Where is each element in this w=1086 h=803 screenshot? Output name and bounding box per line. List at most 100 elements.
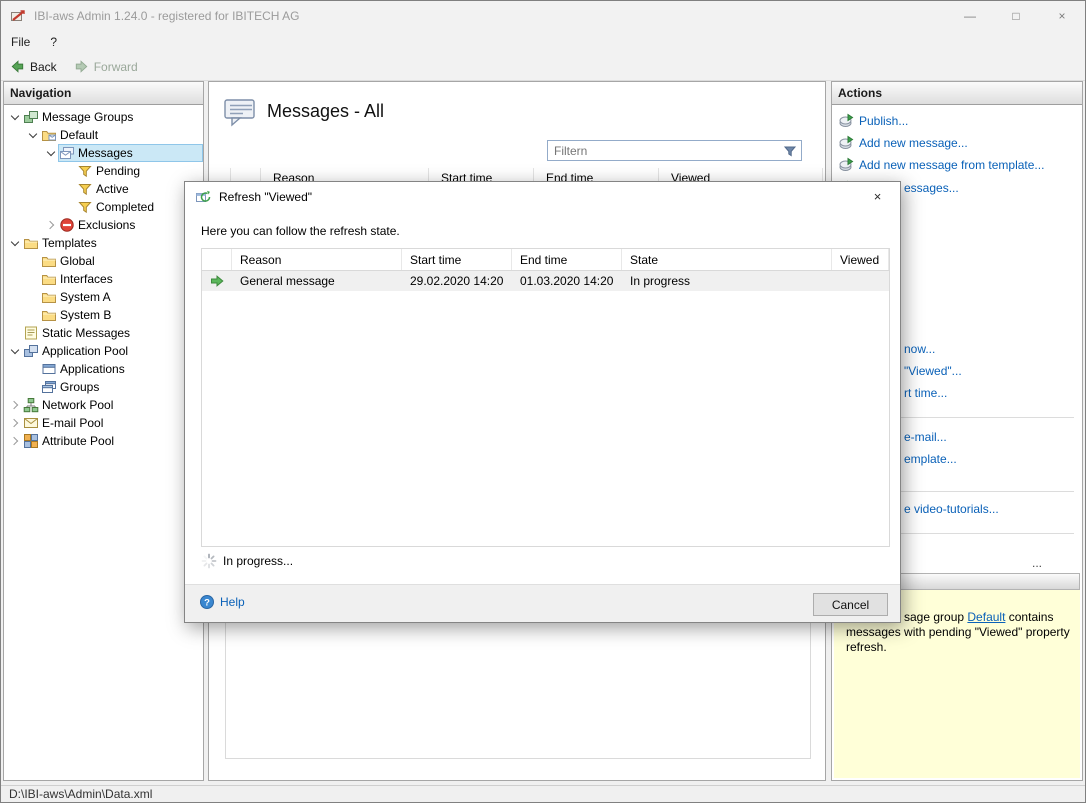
spinner-icon <box>201 553 217 569</box>
column-end-time[interactable]: End time <box>512 249 622 270</box>
chevron-down-icon[interactable] <box>8 344 22 358</box>
tree-item-system-b[interactable]: System B <box>4 306 203 324</box>
refresh-state-table: Reason Start time End time State Viewed … <box>201 248 890 547</box>
tree-item-groups[interactable]: Groups <box>4 378 203 396</box>
filter-input[interactable] <box>548 144 782 158</box>
window-title: IBI-aws Admin 1.24.0 - registered for IB… <box>34 9 299 23</box>
cell-state: In progress <box>622 274 832 288</box>
tree-item-message-groups[interactable]: Message Groups <box>4 108 203 126</box>
tree-item-pending[interactable]: Pending <box>4 162 203 180</box>
dialog-status: In progress... <box>201 553 293 569</box>
chevron-right-icon[interactable] <box>44 218 58 232</box>
back-button[interactable]: Back <box>1 54 65 80</box>
tree-item-email-pool[interactable]: E-mail Pool <box>4 414 203 432</box>
tree-item-system-a[interactable]: System A <box>4 288 203 306</box>
chevron-right-icon[interactable] <box>8 416 22 430</box>
info-line-3: refresh. <box>846 640 1072 655</box>
chevron-spacer <box>62 200 76 214</box>
tree-item-default[interactable]: Default <box>4 126 203 144</box>
completed-filter-icon <box>77 199 93 215</box>
help-link[interactable]: Help <box>199 594 245 610</box>
cell-start-time: 29.02.2020 14:20 <box>402 274 512 288</box>
chevron-right-icon[interactable] <box>8 398 22 412</box>
active-filter-icon <box>77 181 93 197</box>
back-arrow-icon <box>9 58 26 75</box>
action-label: now... <box>904 342 935 356</box>
tree-item-exclusions[interactable]: Exclusions <box>4 216 203 234</box>
chevron-down-icon[interactable] <box>26 128 40 142</box>
default-group-icon <box>41 127 57 143</box>
action-add-from-template[interactable]: Add new message from template... <box>838 156 1078 174</box>
system-a-folder-icon <box>41 289 57 305</box>
tree-item-active[interactable]: Active <box>4 180 203 198</box>
chevron-down-icon[interactable] <box>8 110 22 124</box>
tree-item-application-pool[interactable]: Application Pool <box>4 342 203 360</box>
tree-item-global[interactable]: Global <box>4 252 203 270</box>
action-publish[interactable]: Publish... <box>838 112 1078 130</box>
tree-item-label: Pending <box>96 164 140 178</box>
tree-item-label: Network Pool <box>42 398 113 412</box>
chevron-down-icon[interactable] <box>8 236 22 250</box>
action-fragment-ellipsis[interactable]: ... <box>1032 554 1078 572</box>
action-add-new-message[interactable]: Add new message... <box>838 134 1078 152</box>
column-viewed[interactable]: Viewed <box>832 249 889 270</box>
attribute-pool-icon <box>23 433 39 449</box>
filter-funnel-icon[interactable] <box>782 143 798 159</box>
menu-help[interactable]: ? <box>40 31 67 53</box>
tree-item-network-pool[interactable]: Network Pool <box>4 396 203 414</box>
tree-item-applications[interactable]: Applications <box>4 360 203 378</box>
column-state-icon[interactable] <box>202 249 232 270</box>
tree-item-static-messages[interactable]: Static Messages <box>4 324 203 342</box>
application-pool-icon <box>23 343 39 359</box>
default-link[interactable]: Default <box>967 610 1005 624</box>
chevron-spacer <box>26 380 40 394</box>
dialog-title: Refresh "Viewed" <box>219 190 312 204</box>
tree-item-label: Exclusions <box>78 218 135 232</box>
forward-button[interactable]: Forward <box>65 54 146 80</box>
tree-item-interfaces[interactable]: Interfaces <box>4 270 203 288</box>
minimize-button[interactable]: — <box>947 1 993 31</box>
navigation-tree: Message Groups Default Messages Pending … <box>4 105 203 450</box>
column-start-time[interactable]: Start time <box>402 249 512 270</box>
menu-file[interactable]: File <box>1 31 40 53</box>
messages-bubble-icon <box>223 95 257 129</box>
maximize-button[interactable]: □ <box>993 1 1039 31</box>
tree-item-label: Completed <box>96 200 154 214</box>
navigation-header: Navigation <box>4 82 203 105</box>
tree-item-messages[interactable]: Messages <box>4 144 203 162</box>
cancel-button[interactable]: Cancel <box>813 593 888 616</box>
dialog-close-button[interactable]: × <box>855 182 900 212</box>
filter-box <box>547 140 802 161</box>
table-row[interactable]: General message 29.02.2020 14:20 01.03.2… <box>202 271 889 291</box>
tree-item-completed[interactable]: Completed <box>4 198 203 216</box>
column-reason[interactable]: Reason <box>232 249 402 270</box>
action-label: Add new message from template... <box>859 158 1044 172</box>
cell-end-time: 01.03.2020 14:20 <box>512 274 622 288</box>
groups-icon <box>41 379 57 395</box>
tree-item-label: Attribute Pool <box>42 434 114 448</box>
chevron-right-icon[interactable] <box>8 434 22 448</box>
exclusions-icon <box>59 217 75 233</box>
chevron-spacer <box>26 362 40 376</box>
help-label: Help <box>220 595 245 609</box>
window-controls: — □ × <box>947 1 1085 31</box>
message-groups-icon <box>23 109 39 125</box>
tree-item-attribute-pool[interactable]: Attribute Pool <box>4 432 203 450</box>
network-pool-icon <box>23 397 39 413</box>
action-label: rt time... <box>904 386 947 400</box>
help-icon <box>199 594 215 610</box>
templates-folder-icon <box>23 235 39 251</box>
title-bar: IBI-aws Admin 1.24.0 - registered for IB… <box>1 1 1085 31</box>
pending-filter-icon <box>77 163 93 179</box>
close-button[interactable]: × <box>1039 1 1085 31</box>
status-bar: D:\IBI-aws\Admin\Data.xml <box>1 785 1085 802</box>
tree-item-templates[interactable]: Templates <box>4 234 203 252</box>
chevron-spacer <box>62 164 76 178</box>
add-message-icon <box>838 135 854 151</box>
cell-reason: General message <box>232 274 402 288</box>
tree-item-label: Applications <box>60 362 125 376</box>
column-state[interactable]: State <box>622 249 832 270</box>
action-label: e video-tutorials... <box>904 502 999 516</box>
tree-item-label: Message Groups <box>42 110 133 124</box>
chevron-down-icon[interactable] <box>44 146 58 160</box>
